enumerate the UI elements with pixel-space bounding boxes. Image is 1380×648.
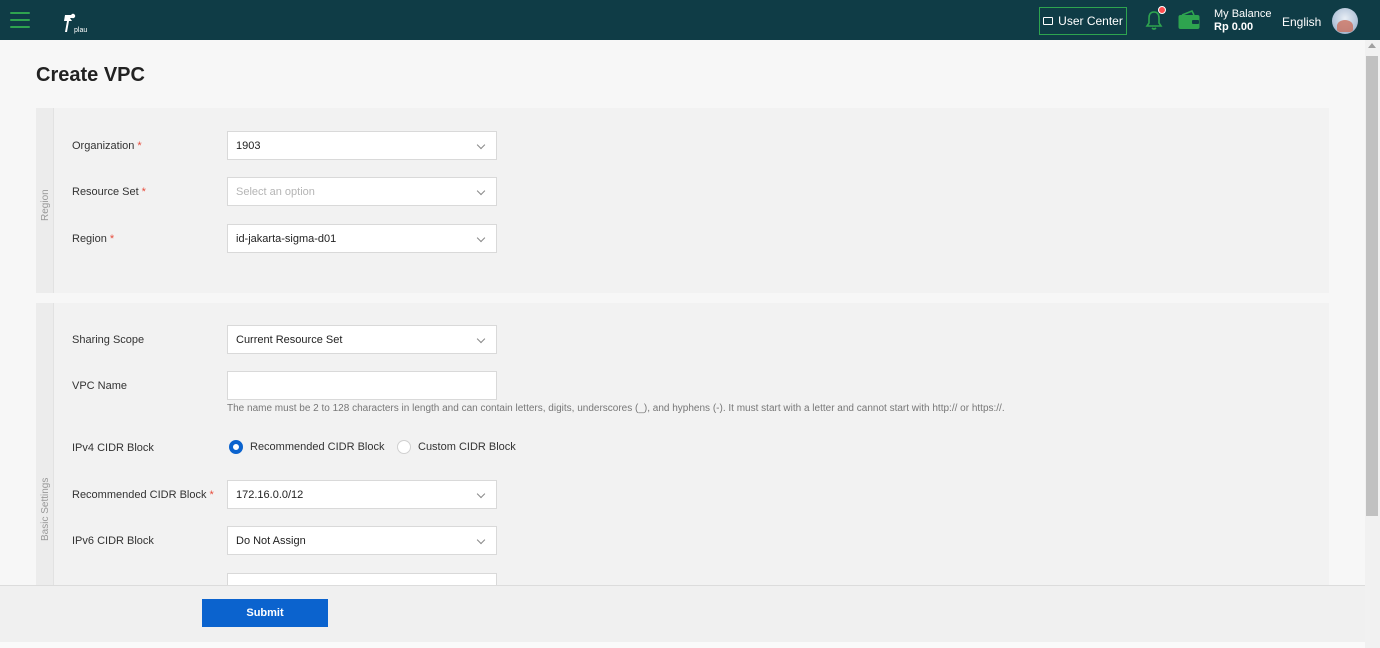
monitor-icon (1043, 17, 1054, 25)
organization-value: 1903 (236, 140, 261, 152)
sharing-scope-value: Current Resource Set (236, 334, 343, 346)
chevron-down-icon (476, 334, 486, 344)
radio-custom-label: Custom CIDR Block (418, 441, 516, 453)
sharing-scope-select[interactable]: Current Resource Set (227, 325, 497, 354)
resource-set-placeholder: Select an option (236, 186, 315, 198)
language-selector[interactable]: English (1282, 15, 1321, 29)
chevron-down-icon (476, 140, 486, 150)
radio-recommended-cidr[interactable]: Recommended CIDR Block (229, 440, 385, 454)
recommended-cidr-select[interactable]: 172.16.0.0/12 (227, 480, 497, 509)
notification-badge (1158, 6, 1166, 14)
scrollbar-thumb[interactable] (1366, 56, 1378, 516)
page-title: Create VPC (36, 64, 145, 86)
ipv6-cidr-value: Do Not Assign (236, 535, 306, 547)
logo-icon[interactable]: plau (62, 12, 92, 34)
balance-label: My Balance (1214, 8, 1272, 20)
radio-unchecked-icon (397, 440, 411, 454)
basic-settings-section-label: Basic Settings (40, 477, 51, 541)
region-section-label: Region (40, 189, 51, 221)
user-center-label: User Center (1058, 14, 1123, 28)
organization-label: Organization * (72, 140, 142, 152)
radio-custom-cidr[interactable]: Custom CIDR Block (397, 440, 516, 454)
chevron-down-icon (476, 186, 486, 196)
recommended-cidr-label: Recommended CIDR Block * (72, 489, 214, 501)
ipv6-cidr-select[interactable]: Do Not Assign (227, 526, 497, 555)
balance-display[interactable]: My Balance Rp 0.00 (1214, 8, 1271, 34)
wallet-icon[interactable] (1177, 9, 1201, 31)
bottom-strip (0, 642, 1365, 648)
section-side-strip (36, 303, 54, 585)
organization-select[interactable]: 1903 (227, 131, 497, 160)
region-label: Region * (72, 233, 115, 245)
resource-set-label: Resource Set * (72, 186, 146, 198)
menu-icon[interactable] (10, 12, 30, 28)
description-input[interactable] (227, 573, 497, 585)
ipv6-cidr-label: IPv6 CIDR Block (72, 535, 154, 547)
vpc-name-input[interactable] (227, 371, 497, 400)
chevron-down-icon (476, 489, 486, 499)
region-select[interactable]: id-jakarta-sigma-d01 (227, 224, 497, 253)
chevron-down-icon (476, 535, 486, 545)
sharing-scope-label: Sharing Scope (72, 334, 145, 346)
resource-set-select[interactable]: Select an option (227, 177, 497, 206)
vpc-name-label: VPC Name (72, 380, 128, 392)
vpc-name-hint: The name must be 2 to 128 characters in … (227, 403, 1005, 414)
logo-text: plau (74, 27, 87, 34)
scroll-up-arrow-icon[interactable] (1368, 43, 1376, 48)
recommended-cidr-value: 172.16.0.0/12 (236, 489, 304, 501)
top-navigation-bar: plau User Center My Balance Rp 0.00 Engl… (0, 0, 1380, 40)
user-center-button[interactable]: User Center (1039, 7, 1127, 35)
submit-button[interactable]: Submit (202, 599, 328, 627)
radio-recommended-label: Recommended CIDR Block (250, 441, 385, 453)
chevron-down-icon (476, 233, 486, 243)
region-value: id-jakarta-sigma-d01 (236, 233, 337, 245)
avatar[interactable] (1332, 8, 1358, 34)
radio-checked-icon (229, 440, 243, 454)
balance-amount: Rp 0.00 (1214, 21, 1254, 33)
ipv4-cidr-label: IPv4 CIDR Block (72, 442, 154, 454)
